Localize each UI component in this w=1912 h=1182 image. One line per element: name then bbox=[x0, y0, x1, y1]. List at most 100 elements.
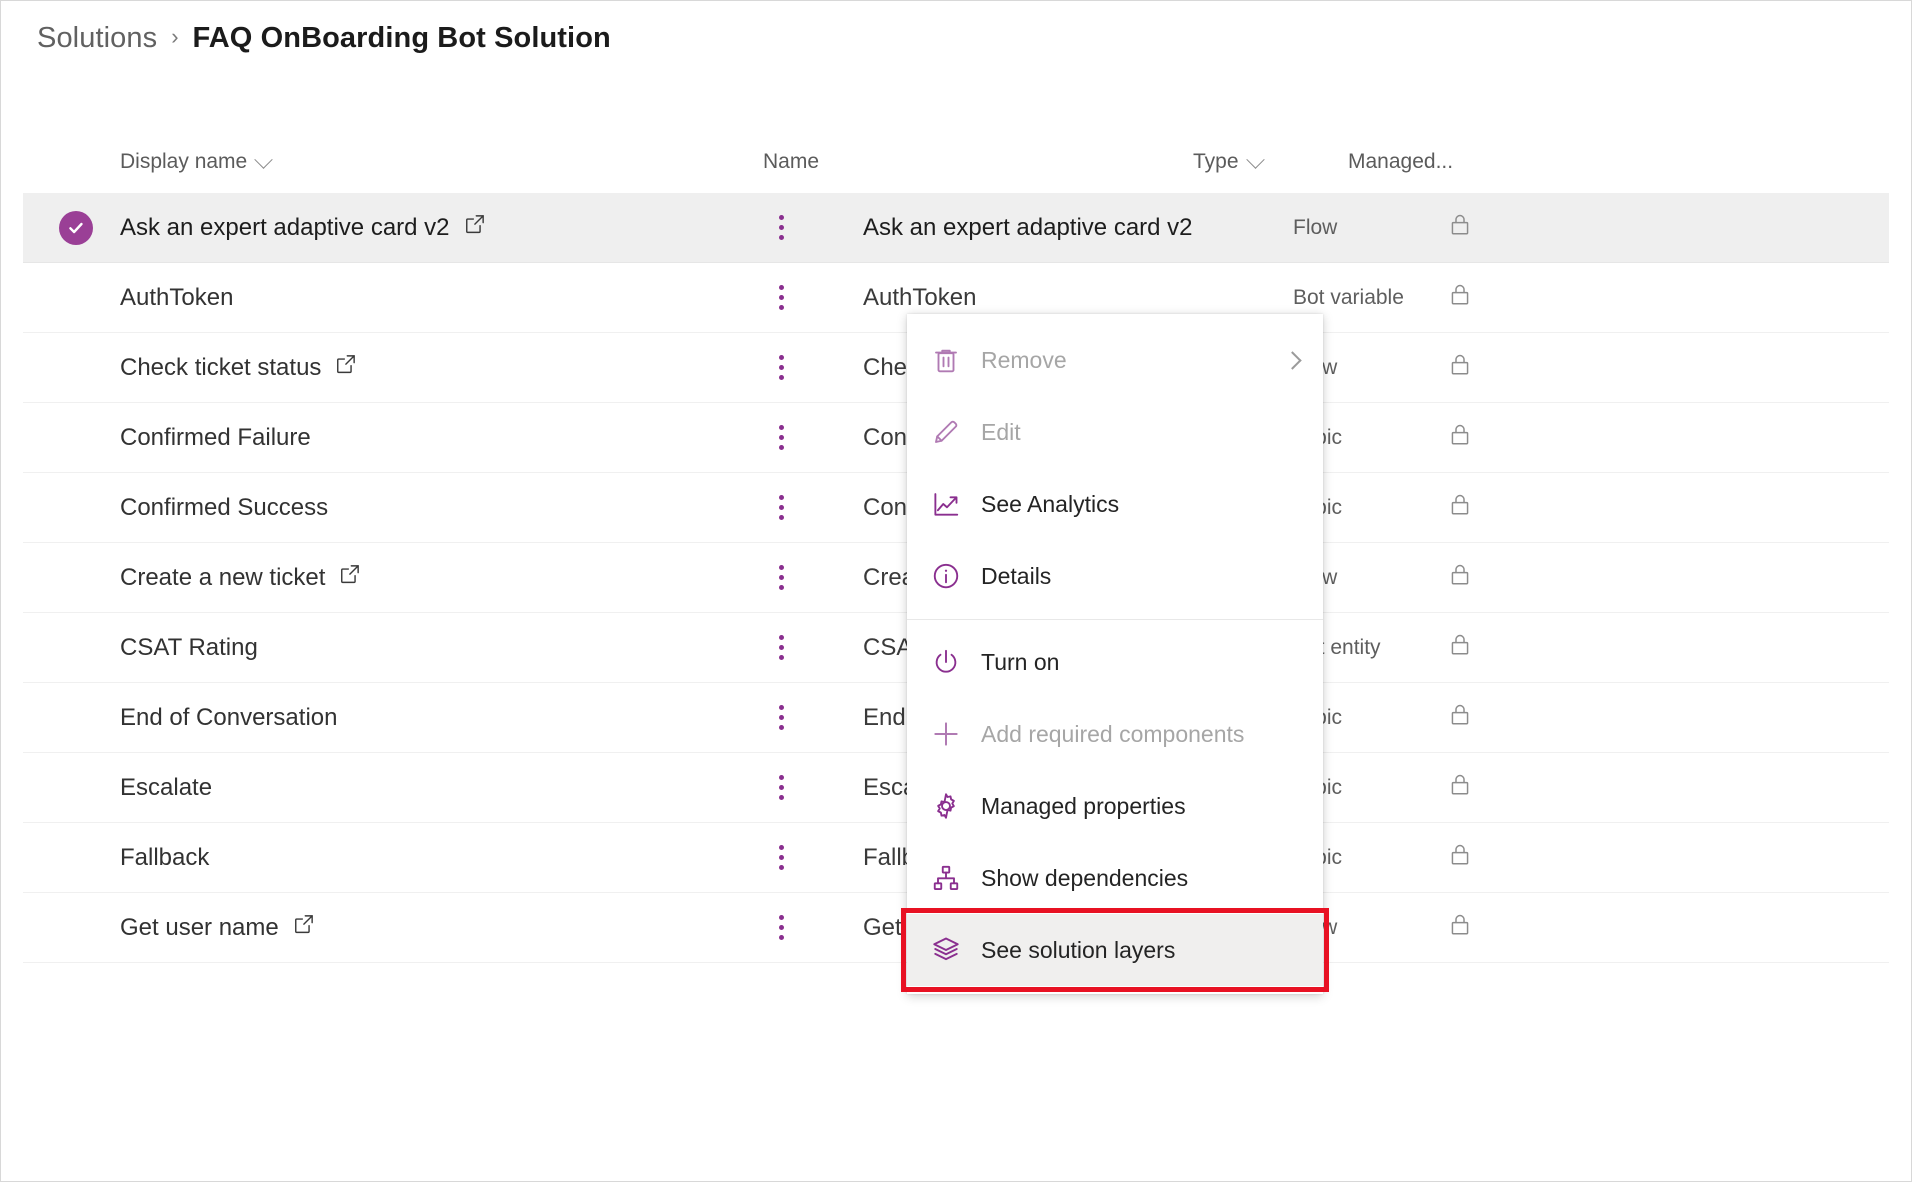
display-name-label[interactable]: Create a new ticket bbox=[120, 564, 325, 592]
menu-item-turn-on[interactable]: Turn on bbox=[907, 626, 1323, 698]
cell-name: Ask an expert adaptive card v2 bbox=[863, 214, 1293, 242]
ellipsis-vertical-icon[interactable] bbox=[779, 915, 784, 940]
cell-display-name: Confirmed Failure bbox=[120, 424, 763, 452]
ellipsis-vertical-icon[interactable] bbox=[779, 845, 784, 870]
cell-managed bbox=[1448, 702, 1648, 733]
ellipsis-vertical-icon[interactable] bbox=[779, 285, 784, 310]
display-name-label[interactable]: Get user name bbox=[120, 914, 279, 942]
display-name-label[interactable]: Confirmed Success bbox=[120, 494, 328, 522]
cell-managed bbox=[1448, 492, 1648, 523]
display-name-label[interactable]: Escalate bbox=[120, 774, 212, 802]
cell-managed bbox=[1448, 352, 1648, 383]
lock-icon bbox=[1448, 352, 1472, 383]
row-more-actions-button[interactable] bbox=[763, 355, 863, 380]
ellipsis-vertical-icon[interactable] bbox=[779, 215, 784, 240]
display-name-label[interactable]: Check ticket status bbox=[120, 354, 321, 382]
display-name-label[interactable]: CSAT Rating bbox=[120, 634, 258, 662]
external-link-icon[interactable] bbox=[335, 353, 357, 382]
lock-icon bbox=[1448, 422, 1472, 453]
row-more-actions-button[interactable] bbox=[763, 915, 863, 940]
lock-icon bbox=[1448, 842, 1472, 873]
cell-managed bbox=[1448, 212, 1648, 243]
page-title: FAQ OnBoarding Bot Solution bbox=[193, 22, 611, 55]
chevron-down-icon bbox=[255, 150, 273, 168]
trash-icon bbox=[929, 343, 963, 377]
row-more-actions-button[interactable] bbox=[763, 495, 863, 520]
ellipsis-vertical-icon[interactable] bbox=[779, 355, 784, 380]
display-name-label[interactable]: Ask an expert adaptive card v2 bbox=[120, 214, 450, 242]
row-more-actions-button[interactable] bbox=[763, 845, 863, 870]
layers-icon bbox=[929, 933, 963, 967]
display-name-label[interactable]: Fallback bbox=[120, 844, 209, 872]
column-header-display-name-label: Display name bbox=[120, 150, 247, 174]
menu-item-managed-properties[interactable]: Managed properties bbox=[907, 770, 1323, 842]
table-row[interactable]: Ask an expert adaptive card v2 Ask an exp… bbox=[23, 193, 1889, 263]
gear-icon bbox=[929, 789, 963, 823]
cell-display-name: End of Conversation bbox=[120, 704, 763, 732]
lock-icon bbox=[1448, 492, 1472, 523]
display-name-label[interactable]: End of Conversation bbox=[120, 704, 337, 732]
cell-managed bbox=[1448, 912, 1648, 943]
ellipsis-vertical-icon[interactable] bbox=[779, 705, 784, 730]
lock-icon bbox=[1448, 282, 1472, 313]
menu-item-see-analytics[interactable]: See Analytics bbox=[907, 468, 1323, 540]
ellipsis-vertical-icon[interactable] bbox=[779, 635, 784, 660]
row-more-actions-button[interactable] bbox=[763, 705, 863, 730]
menu-item-details[interactable]: Details bbox=[907, 540, 1323, 612]
lock-icon bbox=[1448, 772, 1472, 803]
external-link-icon[interactable] bbox=[293, 913, 315, 942]
ellipsis-vertical-icon[interactable] bbox=[779, 775, 784, 800]
cell-managed bbox=[1448, 562, 1648, 593]
info-circle-icon bbox=[929, 559, 963, 593]
lock-icon bbox=[1448, 562, 1472, 593]
cell-managed bbox=[1448, 282, 1648, 313]
row-checkbox[interactable] bbox=[23, 211, 120, 245]
lock-icon bbox=[1448, 912, 1472, 943]
row-context-menu[interactable]: RemoveEditSee AnalyticsDetailsTurn onAdd… bbox=[907, 314, 1323, 994]
column-header-display-name[interactable]: Display name bbox=[23, 150, 763, 174]
column-header-name[interactable]: Name bbox=[763, 150, 1193, 174]
cell-managed bbox=[1448, 842, 1648, 873]
plus-icon bbox=[929, 717, 963, 751]
row-more-actions-button[interactable] bbox=[763, 425, 863, 450]
cell-display-name: Fallback bbox=[120, 844, 763, 872]
ellipsis-vertical-icon[interactable] bbox=[779, 425, 784, 450]
menu-item-label: Details bbox=[981, 563, 1051, 590]
external-link-icon[interactable] bbox=[464, 213, 486, 242]
cell-managed bbox=[1448, 772, 1648, 803]
cell-managed bbox=[1448, 632, 1648, 663]
row-more-actions-button[interactable] bbox=[763, 285, 863, 310]
column-header-name-label: Name bbox=[763, 150, 819, 174]
column-header-type-label: Type bbox=[1193, 150, 1239, 174]
table-header-row: Display name Name Type Managed... bbox=[23, 131, 1889, 193]
row-more-actions-button[interactable] bbox=[763, 775, 863, 800]
menu-item-show-dependencies[interactable]: Show dependencies bbox=[907, 842, 1323, 914]
menu-item-label: Edit bbox=[981, 419, 1021, 446]
display-name-label[interactable]: Confirmed Failure bbox=[120, 424, 311, 452]
external-link-icon[interactable] bbox=[339, 563, 361, 592]
menu-item-add-required-components: Add required components bbox=[907, 698, 1323, 770]
cell-display-name: Check ticket status bbox=[120, 353, 763, 382]
row-more-actions-button[interactable] bbox=[763, 635, 863, 660]
cell-display-name: Escalate bbox=[120, 774, 763, 802]
menu-item-see-solution-layers[interactable]: See solution layers bbox=[907, 914, 1323, 986]
row-selected-check-icon[interactable] bbox=[59, 211, 93, 245]
solution-components-screen: Solutions › FAQ OnBoarding Bot Solution … bbox=[0, 0, 1912, 1182]
cell-type: Flow bbox=[1293, 216, 1448, 240]
cell-display-name: Get user name bbox=[120, 913, 763, 942]
column-header-type[interactable]: Type bbox=[1193, 150, 1348, 174]
row-more-actions-button[interactable] bbox=[763, 215, 863, 240]
column-header-managed[interactable]: Managed... bbox=[1348, 150, 1548, 174]
ellipsis-vertical-icon[interactable] bbox=[779, 565, 784, 590]
display-name-label[interactable]: AuthToken bbox=[120, 284, 233, 312]
lock-icon bbox=[1448, 702, 1472, 733]
ellipsis-vertical-icon[interactable] bbox=[779, 495, 784, 520]
power-icon bbox=[929, 645, 963, 679]
pencil-icon bbox=[929, 415, 963, 449]
menu-item-label: Turn on bbox=[981, 649, 1059, 676]
menu-separator bbox=[907, 619, 1323, 620]
cell-display-name: Confirmed Success bbox=[120, 494, 763, 522]
row-more-actions-button[interactable] bbox=[763, 565, 863, 590]
breadcrumb-solutions-link[interactable]: Solutions bbox=[37, 22, 157, 55]
chevron-right-icon: › bbox=[171, 26, 178, 48]
